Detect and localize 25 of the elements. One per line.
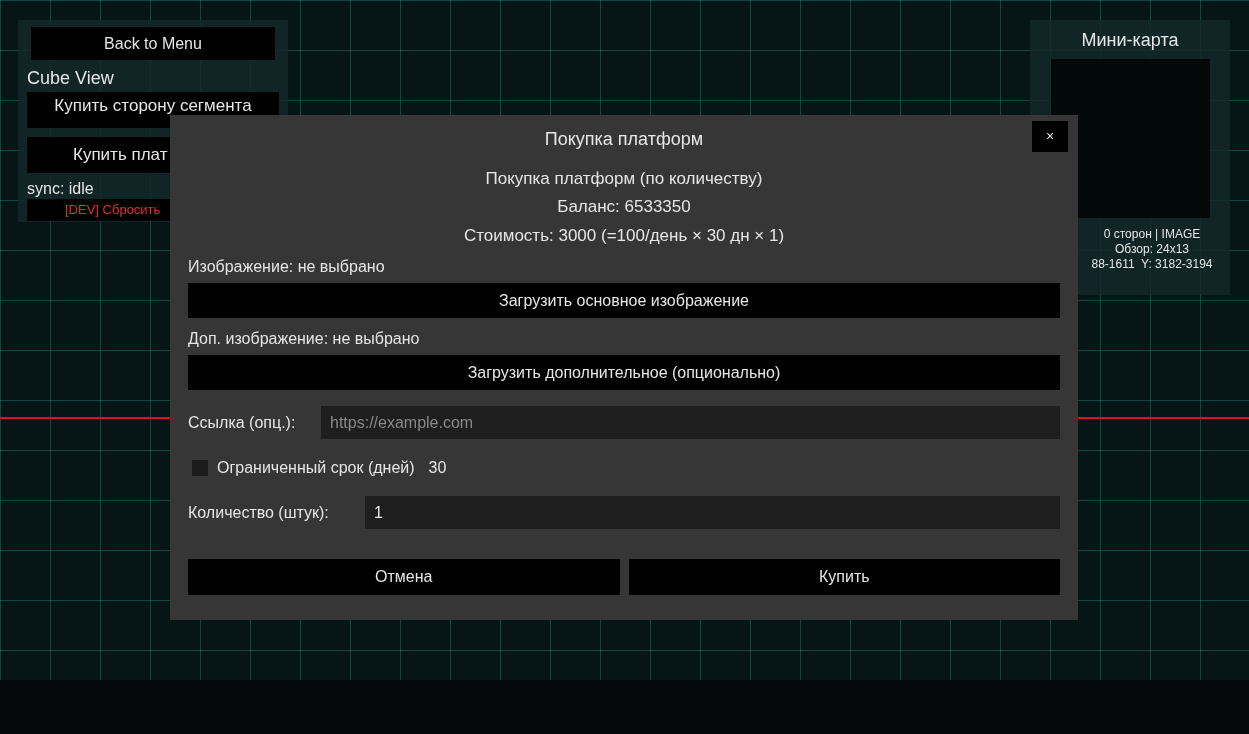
upload-button[interactable]: Загрузить основное изображение — [188, 283, 1060, 318]
limited-label: Ограниченный срок (дней) — [217, 458, 415, 478]
quantity-label: Количество (штук): — [188, 502, 330, 523]
days-value: 30 — [428, 458, 447, 478]
minimap-info: 88-1611 Y: 3182-3194 — [1091, 257, 1213, 272]
sync-status: sync: idle — [27, 179, 94, 199]
dialog-title: Покупка платформ — [544, 127, 704, 151]
minimap-info: Обзор: 24x13 — [1115, 242, 1189, 257]
cancel-button[interactable]: Отмена — [188, 559, 620, 595]
upload-button[interactable]: Загрузить дополнительное (опционально) — [188, 355, 1060, 390]
view-title: Cube View — [27, 67, 114, 89]
cost-text: Стоимость: 3000 (=100/день × 30 дн × 1) — [463, 225, 785, 247]
link-input[interactable]: https://example.com — [321, 406, 1060, 439]
balance-text: Баланс: 6533350 — [557, 196, 691, 218]
back-to-menu-button[interactable]: Back to Menu — [31, 27, 275, 60]
image-status: Изображение: не выбрано — [188, 257, 386, 277]
image-status: Доп. изображение: не выбрано — [188, 329, 421, 349]
link-label: Ссылка (опц.): — [188, 412, 297, 433]
limited-checkbox[interactable] — [192, 460, 208, 476]
quantity-input[interactable]: 1 — [365, 496, 1060, 529]
buy-button[interactable]: Купить — [628, 559, 1060, 595]
close-button[interactable]: × — [1032, 121, 1068, 152]
minimap-info: 0 сторон | IMAGE — [1103, 227, 1201, 242]
dialog-subtitle: Покупка платформ (по количеству) — [485, 168, 763, 190]
minimap-title: Мини-карта — [1081, 29, 1179, 51]
